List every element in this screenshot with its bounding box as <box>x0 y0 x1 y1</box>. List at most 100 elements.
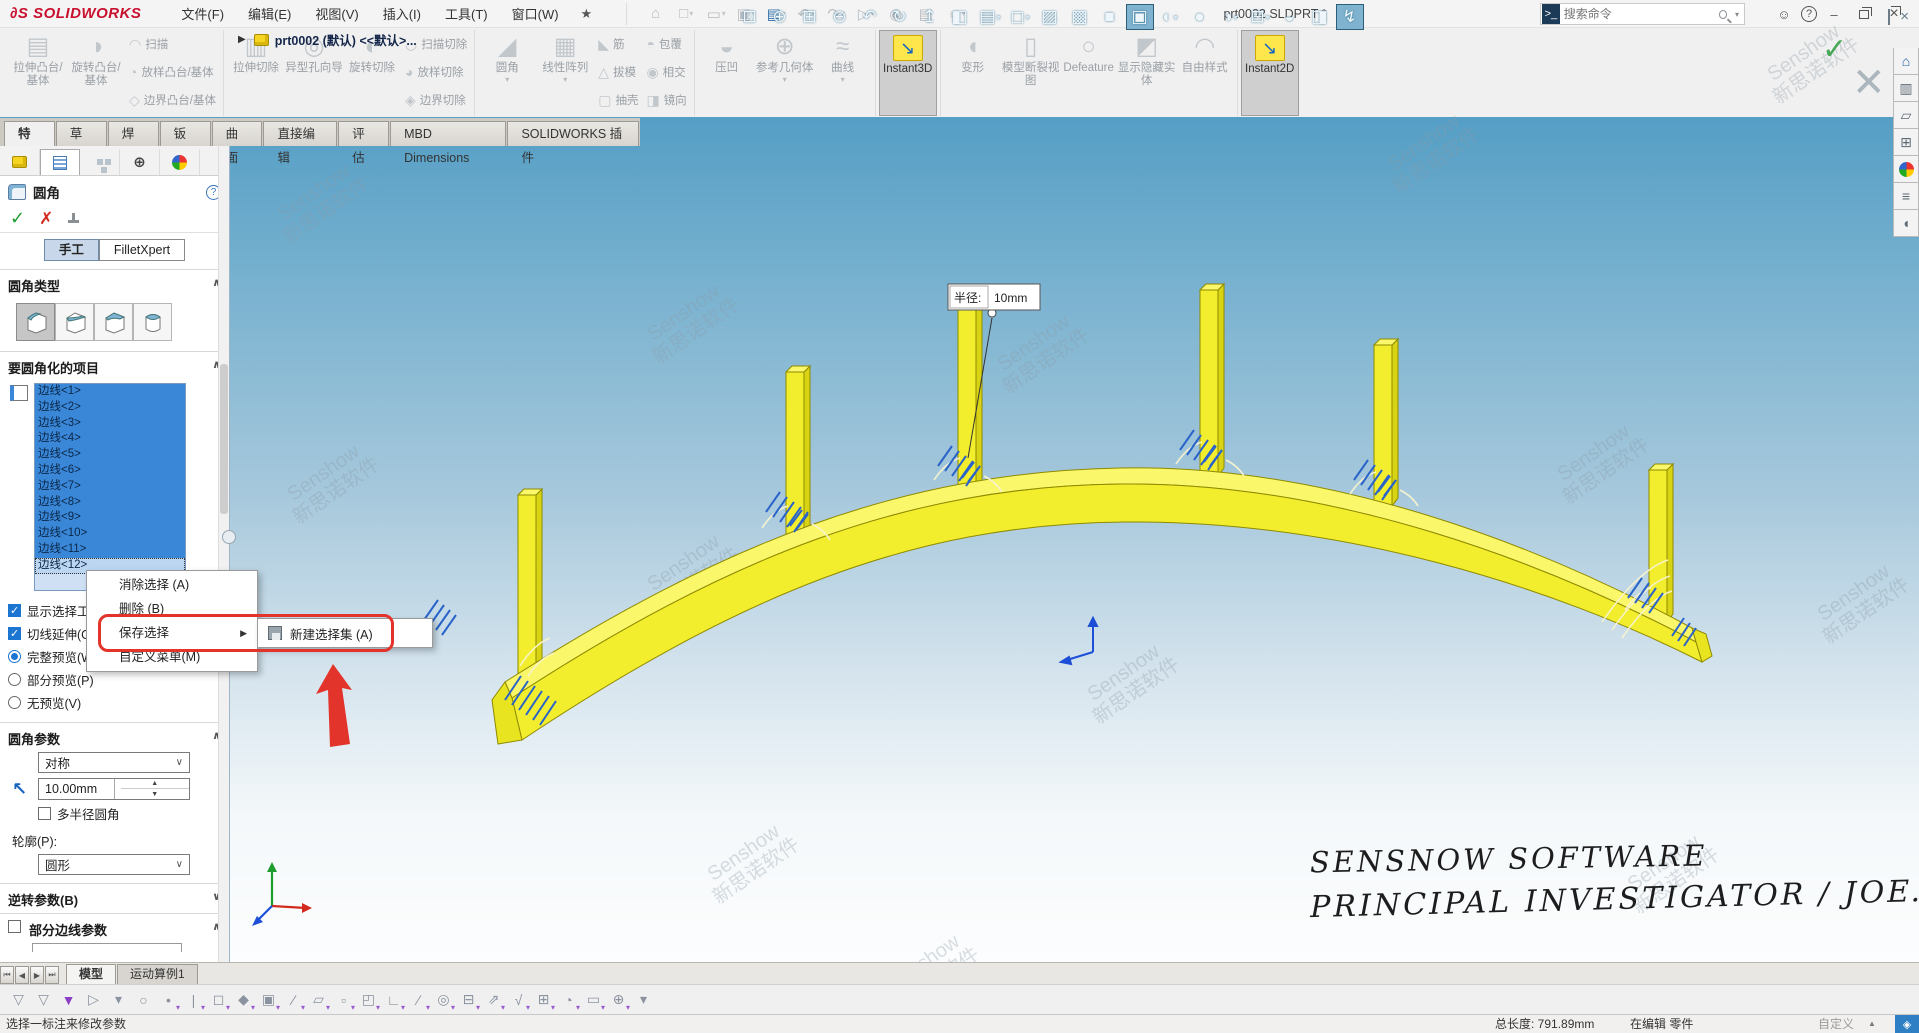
filter-counter-icon[interactable]: ⊞ ▾ <box>531 988 556 1012</box>
home-tab-icon[interactable]: ⌂ <box>1893 48 1919 75</box>
ribbon-tab[interactable]: 钣金 <box>160 121 211 146</box>
edge-list-item[interactable]: 边线<5> <box>35 447 185 463</box>
partial-edge-field[interactable] <box>32 943 182 952</box>
zoom-to-area-icon[interactable]: ⊞ <box>796 4 824 30</box>
edge-list-item[interactable]: 边线<6> <box>35 463 185 479</box>
manual-mode-button[interactable]: 手工 <box>44 239 99 261</box>
new-file-icon[interactable]: □▾ <box>671 3 701 25</box>
section-view-icon[interactable]: ◧ <box>946 4 974 30</box>
filter-skew-icon[interactable]: ⇗ ▾ <box>481 988 506 1012</box>
menu-item[interactable]: 视图(V) <box>303 0 370 27</box>
normal-to-icon[interactable]: ↥ <box>916 4 944 30</box>
previous-view-icon[interactable]: ↶ <box>856 4 884 30</box>
filter-plane-icon[interactable]: ▱ ▾ <box>306 988 331 1012</box>
option-control[interactable] <box>8 673 21 686</box>
menu-item[interactable]: 文件(F) <box>169 0 236 27</box>
context-menu-item[interactable]: 自定义菜单(M) <box>87 645 257 669</box>
option-control[interactable] <box>8 650 21 663</box>
view-settings-icon[interactable]: ⊟▾ <box>1246 4 1274 30</box>
edge-selection-list[interactable]: 边线<1>边线<2>边线<3>边线<4>边线<5>边线<6>边线<7>边线<8>… <box>34 383 186 591</box>
filter-solid-icon[interactable]: ▣ ▾ <box>256 988 281 1012</box>
ribbon-button[interactable]: ◔ 放样凸台/基体 <box>125 58 220 86</box>
model-tab[interactable]: 模型 <box>66 964 116 984</box>
symmetric-select[interactable]: 对称∨ <box>38 752 190 773</box>
filter-equation-icon[interactable]: √ ▾ <box>506 988 531 1012</box>
ribbon-tab[interactable]: 焊件 <box>108 121 159 146</box>
filter-polyline-icon[interactable]: ∟ ▾ <box>381 988 406 1012</box>
open-file-icon[interactable]: ▭▾ <box>701 3 731 25</box>
edge-list-item[interactable]: 边线<9> <box>35 510 185 526</box>
home-icon[interactable]: ⌂ <box>641 3 671 25</box>
radius-spinner[interactable]: ▲▼ <box>114 779 190 799</box>
ribbon-button[interactable]: ◑ 旋转凸台/基体 <box>67 30 125 116</box>
pin-icon[interactable] <box>67 213 79 225</box>
filter-line-icon[interactable]: ∕ ▾ <box>406 988 431 1012</box>
partial-edge-checkbox[interactable] <box>8 920 21 933</box>
submenu-item[interactable]: 新建选择集 (A) <box>290 624 373 643</box>
filletxpert-mode-button[interactable]: FilletXpert <box>99 239 185 261</box>
ribbon-tab[interactable]: 草图 <box>56 121 107 146</box>
clear-filter-icon[interactable]: ▽ <box>31 988 56 1012</box>
pin-menu-icon[interactable]: ★ <box>581 6 593 22</box>
custom-properties-icon[interactable]: ≡ <box>1893 183 1919 210</box>
ok-button[interactable]: ✓ <box>10 208 25 229</box>
select-dropdown-icon[interactable]: ▾ <box>106 988 131 1012</box>
user-account-icon[interactable]: ☺ <box>1771 3 1797 25</box>
body-display-icon[interactable]: ◨ <box>1306 4 1334 30</box>
status-tag-icon[interactable]: ◈ <box>1895 1015 1919 1033</box>
context-submenu[interactable]: 新建选择集 (A) <box>257 618 433 648</box>
edge-list-item[interactable]: 边线<7> <box>35 479 185 495</box>
variable-size-fillet-button[interactable] <box>55 303 94 341</box>
configuration-tab[interactable] <box>80 149 120 175</box>
ribbon-button[interactable]: ◣ 筋 <box>594 30 642 58</box>
appearances-tab[interactable] <box>160 149 200 175</box>
filter-more-icon[interactable]: ▾ <box>631 988 656 1012</box>
toggle-filters-icon[interactable]: ▼ <box>56 988 81 1012</box>
zoom-out-icon[interactable]: ⊖ <box>826 4 854 30</box>
context-menu-item[interactable]: 保存选择▶ <box>87 621 257 645</box>
filter-magnify-icon[interactable]: ◔ ▾ <box>556 988 581 1012</box>
confirm-ok-icon[interactable]: ✓ <box>1822 32 1847 67</box>
panel-splitter-handle[interactable] <box>222 530 236 544</box>
model-tab[interactable]: 运动算例1 <box>117 964 198 984</box>
option-control[interactable] <box>8 627 21 640</box>
multi-radius-checkbox[interactable] <box>38 807 51 820</box>
apply-scene-icon[interactable]: ◑▾ <box>1216 4 1244 30</box>
filter-faces-icon[interactable]: ◻ ▾ <box>206 988 231 1012</box>
search-icon[interactable] <box>1719 10 1727 19</box>
panel-scroll-thumb[interactable] <box>220 364 228 514</box>
filter-center-icon[interactable]: ◎ ▾ <box>431 988 456 1012</box>
edge-list-item[interactable]: 边线<11> <box>35 542 185 558</box>
edge-list-item[interactable]: 边线<10> <box>35 526 185 542</box>
dimxpert-tab[interactable]: ⊕ <box>120 149 160 175</box>
display-style-hidden-lines-icon[interactable]: ▨ <box>1036 4 1064 30</box>
doc-close-button[interactable]: × <box>1900 8 1909 25</box>
status-custom-dropdown[interactable]: 自定义▲ <box>1818 1015 1876 1032</box>
search-input[interactable] <box>1564 7 1719 21</box>
face-fillet-button[interactable] <box>94 303 133 341</box>
option-row[interactable]: 无预览(V) <box>8 691 221 714</box>
restore-button[interactable] <box>1851 3 1877 25</box>
ribbon-button[interactable]: ↘ Instant2D <box>1241 30 1299 116</box>
ribbon-button[interactable]: ≈ 曲线 ▾ <box>814 30 872 116</box>
doc-restore-button[interactable] <box>1888 10 1890 24</box>
constant-size-fillet-button[interactable] <box>16 303 55 341</box>
display-style-wireframe-icon[interactable]: ◻▾ <box>1006 4 1034 30</box>
ribbon-button[interactable]: ◨ 镜向 <box>642 86 690 114</box>
minimize-button[interactable]: – <box>1821 3 1847 25</box>
ribbon-tab[interactable]: 曲面 <box>212 121 263 146</box>
menu-item[interactable]: 编辑(E) <box>236 0 303 27</box>
next-tab-button[interactable]: ▶ <box>30 966 44 984</box>
select-cursor-icon[interactable]: ▷ <box>81 988 106 1012</box>
design-library-icon[interactable]: ▥ <box>1893 75 1919 102</box>
view-palette-icon[interactable]: ⊞ <box>1893 129 1919 156</box>
filter-edges-icon[interactable]: | ▾ <box>181 988 206 1012</box>
expand-arrow-icon[interactable]: ▶ <box>238 34 246 45</box>
ribbon-tab[interactable]: SOLIDWORKS 插件 <box>507 121 639 146</box>
ribbon-button[interactable]: ⊕ 参考几何体 ▾ <box>756 30 814 116</box>
confirm-cancel-icon[interactable]: ✕ <box>1852 60 1886 106</box>
panel-scroll-track[interactable] <box>218 146 229 962</box>
display-style-shaded-edges-icon[interactable]: ▩ <box>1066 4 1094 30</box>
edge-list-item[interactable]: 边线<3> <box>35 416 185 432</box>
ribbon-button[interactable]: ▤ 拉伸凸台/基体 <box>9 30 67 116</box>
